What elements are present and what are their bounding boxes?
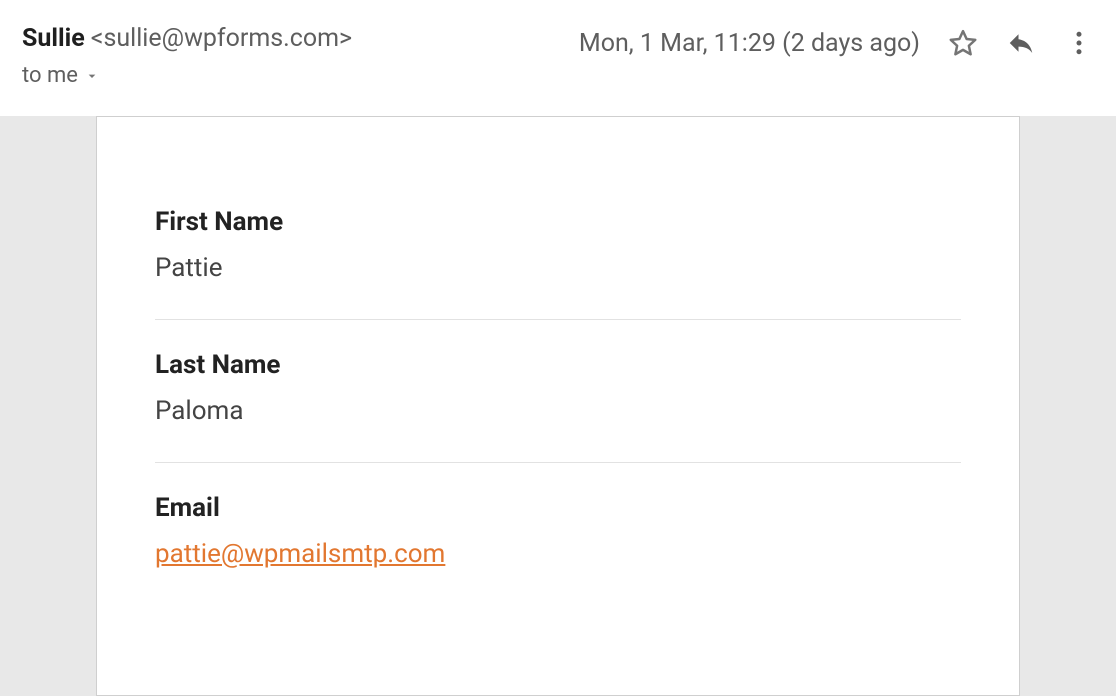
chevron-down-icon: [84, 68, 100, 84]
field-divider: [155, 319, 961, 320]
more-vertical-icon: [1064, 28, 1094, 58]
field-last-name: Last Name Paloma: [155, 350, 961, 463]
sender-block: Sullie <sullie@wpforms.com> to me: [22, 24, 579, 88]
field-divider: [155, 462, 961, 463]
email-date: Mon, 1 Mar, 11:29 (2 days ago): [579, 29, 920, 58]
field-label: Last Name: [155, 350, 961, 380]
more-options-button[interactable]: [1064, 28, 1094, 58]
field-email: Email pattie@wpmailsmtp.com: [155, 493, 961, 569]
field-first-name: First Name Pattie: [155, 207, 961, 320]
star-button[interactable]: [948, 28, 978, 58]
star-icon: [948, 28, 978, 58]
reply-icon: [1006, 28, 1036, 58]
email-header: Sullie <sullie@wpforms.com> to me Mon, 1…: [0, 0, 1116, 88]
header-actions: Mon, 1 Mar, 11:29 (2 days ago): [579, 24, 1094, 58]
recipient-dropdown[interactable]: to me: [22, 63, 579, 88]
field-value: Paloma: [155, 396, 961, 426]
sender-line: Sullie <sullie@wpforms.com>: [22, 24, 579, 53]
email-body-wrap: First Name Pattie Last Name Paloma Email…: [0, 116, 1116, 696]
email-link[interactable]: pattie@wpmailsmtp.com: [155, 539, 445, 569]
reply-button[interactable]: [1006, 28, 1036, 58]
email-content-card: First Name Pattie Last Name Paloma Email…: [96, 116, 1020, 696]
field-value: Pattie: [155, 253, 961, 283]
to-label: to me: [22, 63, 78, 88]
sender-name: Sullie: [22, 24, 85, 53]
field-label: First Name: [155, 207, 961, 237]
sender-email: <sullie@wpforms.com>: [91, 24, 352, 53]
field-label: Email: [155, 493, 961, 523]
